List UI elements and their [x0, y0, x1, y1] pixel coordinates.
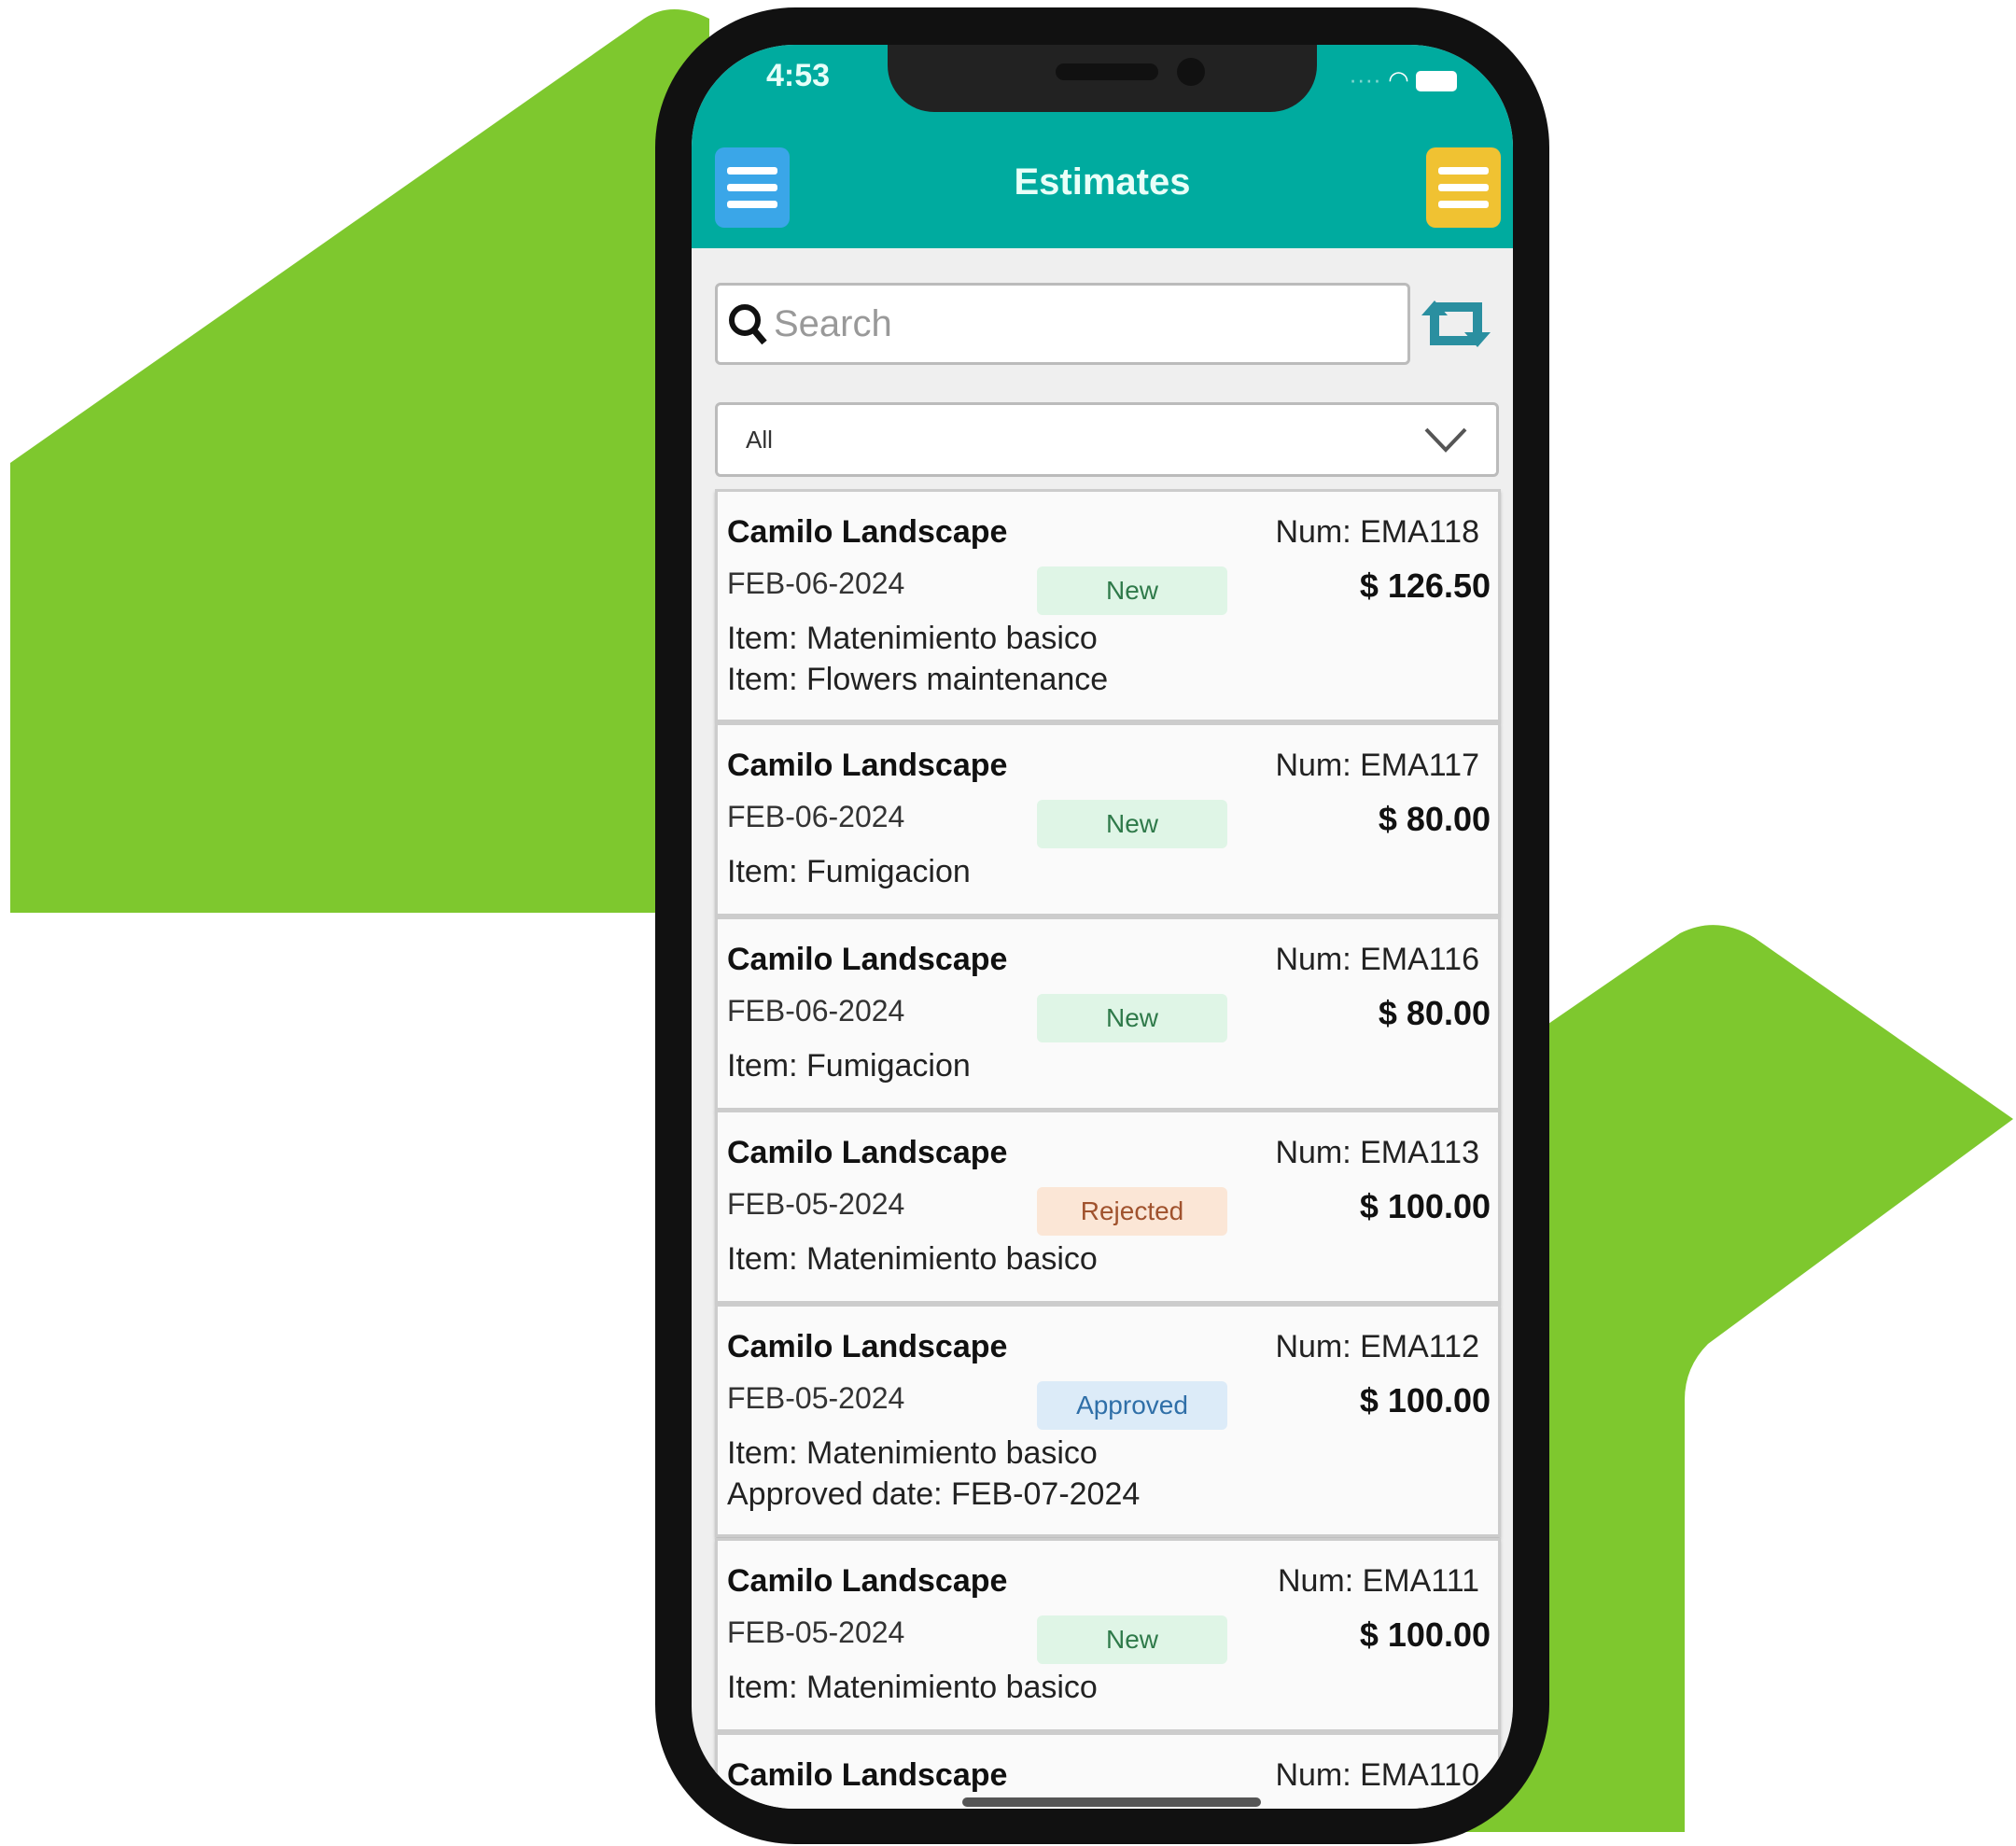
- camera: [1177, 58, 1205, 86]
- item-line: Item: Matenimiento basico: [727, 1670, 1098, 1705]
- estimate-amount: $ 100.00: [1359, 1187, 1491, 1225]
- estimate-number: Num: EMA118: [1275, 514, 1479, 550]
- estimate-card[interactable]: Camilo Landscape Num: EMA116 FEB-06-2024 …: [715, 916, 1501, 1111]
- estimate-amount: $ 80.00: [1378, 800, 1491, 838]
- estimate-date: FEB-05-2024: [727, 1381, 905, 1415]
- estimate-number: Num: EMA113: [1275, 1135, 1479, 1170]
- estimate-number: Num: EMA117: [1275, 748, 1479, 783]
- status-icons: ···· ◠: [1349, 65, 1457, 94]
- customer-name: Camilo Landscape: [727, 514, 1008, 550]
- customer-name: Camilo Landscape: [727, 942, 1008, 977]
- estimate-card[interactable]: Camilo Landscape Num: EMA113 FEB-05-2024 …: [715, 1110, 1501, 1304]
- status-badge: Rejected: [1037, 1187, 1227, 1236]
- status-filter-dropdown[interactable]: All: [715, 402, 1499, 477]
- estimate-amount: $ 80.00: [1378, 994, 1491, 1032]
- estimate-number: Num: EMA111: [1277, 1563, 1479, 1599]
- estimate-date: FEB-05-2024: [727, 1187, 905, 1221]
- green-shape-left: [10, 9, 709, 913]
- estimate-date: FEB-06-2024: [727, 994, 905, 1028]
- estimate-number: Num: EMA110: [1275, 1757, 1479, 1793]
- estimate-number: Num: EMA116: [1275, 942, 1479, 977]
- customer-name: Camilo Landscape: [727, 748, 1008, 783]
- customer-name: Camilo Landscape: [727, 1329, 1008, 1364]
- status-badge: Approved: [1037, 1381, 1227, 1430]
- item-line: Item: Fumigacion: [727, 1048, 971, 1084]
- estimate-amount: $ 126.50: [1359, 566, 1491, 605]
- estimate-date: FEB-05-2024: [727, 1615, 905, 1649]
- phone-screen: 4:53 ···· ◠ Estimates Search All Camilo …: [692, 45, 1513, 1809]
- status-time: 4:53: [766, 58, 831, 93]
- customer-name: Camilo Landscape: [727, 1757, 1008, 1793]
- customer-name: Camilo Landscape: [727, 1563, 1008, 1599]
- estimate-card[interactable]: Camilo Landscape Num: EMA118 FEB-06-2024 …: [715, 489, 1501, 722]
- estimate-card[interactable]: Camilo Landscape Num: EMA112 FEB-05-2024 …: [715, 1304, 1501, 1537]
- home-indicator: [962, 1797, 1261, 1807]
- search-placeholder: Search: [774, 302, 892, 344]
- item-line: Approved date: FEB-07-2024: [727, 1476, 1141, 1512]
- search-input[interactable]: Search: [715, 283, 1410, 365]
- estimate-card[interactable]: Camilo Landscape Num: EMA117 FEB-06-2024 …: [715, 722, 1501, 916]
- battery-icon: [1416, 71, 1457, 92]
- notch: [888, 45, 1317, 112]
- customer-name: Camilo Landscape: [727, 1135, 1008, 1170]
- item-line: Item: Matenimiento basico: [727, 1241, 1098, 1277]
- item-line: Item: Matenimiento basico: [727, 1435, 1098, 1471]
- status-badge: New: [1037, 1615, 1227, 1664]
- status-badge: New: [1037, 800, 1227, 848]
- chevron-down-icon: [1424, 427, 1467, 453]
- refresh-icon[interactable]: [1418, 295, 1494, 353]
- status-badge: New: [1037, 566, 1227, 615]
- hamburger-menu-icon: [1438, 167, 1489, 208]
- right-menu-button[interactable]: [1426, 147, 1501, 228]
- item-line: Item: Fumigacion: [727, 854, 971, 889]
- search-icon: [729, 304, 767, 345]
- speaker: [1056, 63, 1158, 80]
- status-badge: New: [1037, 994, 1227, 1042]
- estimate-card[interactable]: Camilo Landscape Num: EMA111 FEB-05-2024 …: [715, 1538, 1501, 1732]
- signal-icon: ····: [1349, 65, 1381, 93]
- estimate-amount: $ 100.00: [1359, 1381, 1491, 1419]
- estimate-date: FEB-06-2024: [727, 800, 905, 833]
- app-header: 4:53 ···· ◠ Estimates: [692, 45, 1513, 248]
- item-line: Item: Flowers maintenance: [727, 662, 1109, 697]
- item-line: Item: Matenimiento basico: [727, 621, 1098, 656]
- wifi-icon: ◠: [1388, 65, 1409, 93]
- filter-selected: All: [746, 425, 773, 454]
- estimate-number: Num: EMA112: [1275, 1329, 1479, 1364]
- page-title: Estimates: [1014, 161, 1191, 203]
- estimate-amount: $ 100.00: [1359, 1615, 1491, 1654]
- estimate-date: FEB-06-2024: [727, 566, 905, 600]
